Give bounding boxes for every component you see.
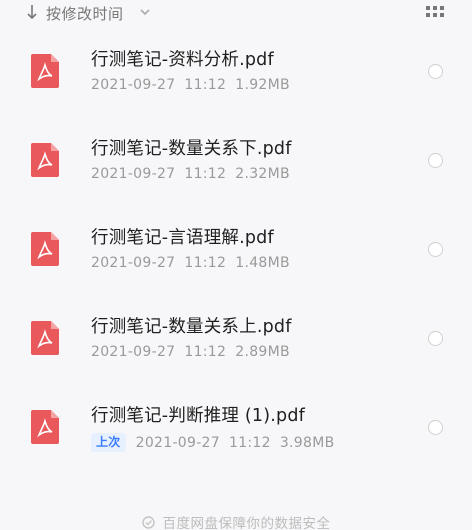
file-row[interactable]: 行测笔记-资料分析.pdf 2021-09-27 11:12 1.92MB <box>0 26 472 114</box>
file-size: 3.98MB <box>279 434 335 451</box>
file-size: 2.32MB <box>235 166 290 182</box>
file-size: 2.89MB <box>235 344 290 360</box>
file-date: 2021-09-27 <box>91 344 176 360</box>
file-row[interactable]: 行测笔记-判断推理 (1).pdf 上次 2021-09-27 11:12 3.… <box>0 382 472 470</box>
file-size: 1.92MB <box>235 77 290 93</box>
file-name[interactable]: 行测笔记-资料分析.pdf <box>91 46 274 71</box>
file-row[interactable]: 行测笔记-数量关系上.pdf 2021-09-27 11:12 2.89MB <box>0 293 472 381</box>
select-radio[interactable] <box>428 331 443 346</box>
file-date: 2021-09-27 <box>135 434 220 451</box>
file-time: 11:12 <box>184 166 227 182</box>
file-time: 11:12 <box>184 255 227 271</box>
pdf-file-icon <box>31 143 59 177</box>
file-date: 2021-09-27 <box>91 77 176 93</box>
file-time: 11:12 <box>228 434 271 451</box>
pdf-file-icon <box>31 321 59 355</box>
grid-icon[interactable] <box>426 6 444 18</box>
file-meta: 2021-09-27 11:12 1.92MB <box>91 77 290 93</box>
sort-label[interactable]: 按修改时间 <box>46 3 124 24</box>
file-name[interactable]: 行测笔记-言语理解.pdf <box>91 224 274 249</box>
file-time: 11:12 <box>184 77 227 93</box>
file-row[interactable]: 行测笔记-数量关系下.pdf 2021-09-27 11:12 2.32MB <box>0 115 472 203</box>
sort-bar: 按修改时间 <box>0 0 472 26</box>
last-opened-badge: 上次 <box>91 433 126 452</box>
shield-icon <box>141 516 155 529</box>
file-time: 11:12 <box>184 344 227 360</box>
file-row[interactable]: 行测笔记-言语理解.pdf 2021-09-27 11:12 1.48MB <box>0 204 472 292</box>
file-meta: 上次 2021-09-27 11:12 3.98MB <box>91 433 335 452</box>
arrow-down-icon[interactable] <box>26 4 38 20</box>
select-radio[interactable] <box>428 420 443 435</box>
select-radio[interactable] <box>428 242 443 257</box>
file-name[interactable]: 行测笔记-数量关系上.pdf <box>91 313 292 338</box>
footer-text: 百度网盘保障你的数据安全 <box>162 516 331 530</box>
file-size: 1.48MB <box>235 255 290 271</box>
file-name[interactable]: 行测笔记-数量关系下.pdf <box>91 135 292 160</box>
file-date: 2021-09-27 <box>91 255 176 271</box>
file-meta: 2021-09-27 11:12 2.89MB <box>91 344 290 360</box>
file-name[interactable]: 行测笔记-判断推理 (1).pdf <box>91 402 305 427</box>
select-radio[interactable] <box>428 64 443 79</box>
select-radio[interactable] <box>428 153 443 168</box>
pdf-file-icon <box>31 54 59 88</box>
file-date: 2021-09-27 <box>91 166 176 182</box>
file-meta: 2021-09-27 11:12 1.48MB <box>91 255 290 271</box>
security-footer: 百度网盘保障你的数据安全 <box>0 512 472 530</box>
pdf-file-icon <box>31 410 59 444</box>
chevron-down-icon[interactable] <box>139 7 151 17</box>
file-meta: 2021-09-27 11:12 2.32MB <box>91 166 290 182</box>
pdf-file-icon <box>31 232 59 266</box>
